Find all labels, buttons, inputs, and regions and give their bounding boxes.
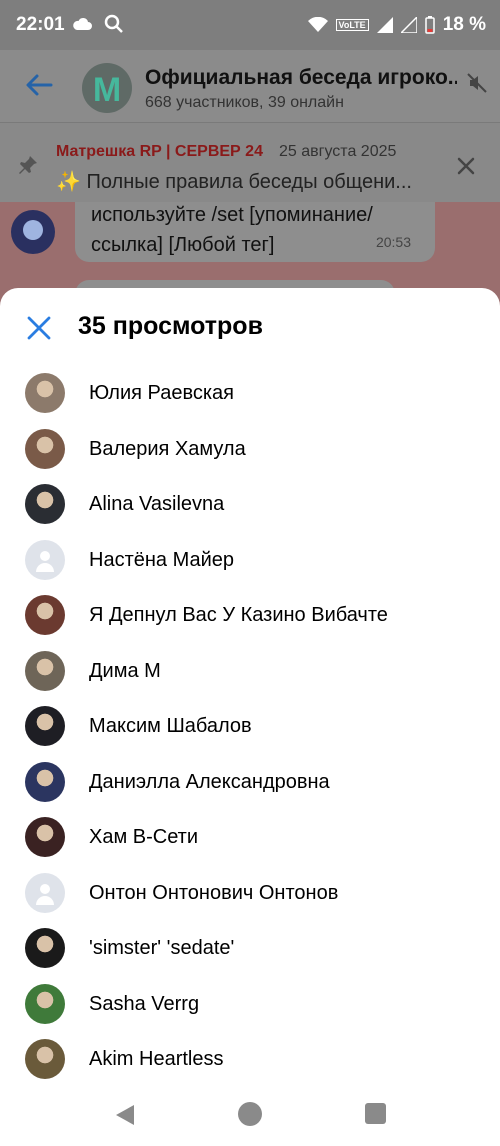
status-time: 22:01: [16, 14, 65, 35]
viewer-name: Akim Heartless: [89, 1048, 224, 1070]
viewer-row[interactable]: Юлия Раевская: [0, 365, 500, 421]
avatar: [25, 983, 65, 1024]
viewer-row[interactable]: Alina Vasilevna: [0, 476, 500, 532]
message-time: 20:53: [375, 234, 411, 250]
navigation-bar: [0, 1086, 500, 1146]
chat-subtitle: 668 участников, 39 онлайн: [145, 94, 344, 111]
avatar: [25, 373, 65, 413]
viewer-row[interactable]: Максим Шабалов: [0, 698, 500, 754]
viewer-name: Максим Шабалов: [89, 715, 252, 737]
viewer-row[interactable]: Онтон Онтонович Онтонов: [0, 865, 500, 921]
close-icon[interactable]: [26, 315, 52, 341]
viewer-name: Валерия Хамула: [89, 437, 246, 460]
nav-home-icon[interactable]: [238, 1102, 262, 1126]
viewer-name: Я Депнул Вас У Казино Вибачте: [89, 604, 388, 626]
close-pinned-icon[interactable]: [456, 156, 476, 176]
pinned-date: 25 августа 2025: [279, 143, 397, 160]
avatar: [25, 817, 65, 857]
signal-icon: [376, 17, 393, 33]
viewer-row[interactable]: Хам В-Сети: [0, 809, 500, 865]
avatar: [25, 650, 65, 691]
search-icon: [104, 14, 123, 33]
avatar: [25, 928, 65, 968]
viewer-name: Дима М: [89, 659, 161, 682]
avatar: [25, 706, 65, 746]
message-bubble[interactable]: используйте /set [упоминание/ссылка] [Лю…: [75, 202, 435, 262]
message-text: используйте /set [упоминание/ссылка] [Лю…: [91, 204, 373, 256]
pinned-message[interactable]: Матрешка RP | СЕРВЕР 24 25 августа 2025 …: [0, 122, 500, 203]
nav-recents-icon[interactable]: [365, 1103, 386, 1124]
default-avatar-icon: [25, 872, 65, 913]
viewer-name: Онтон Онтонович Онтонов: [89, 881, 339, 904]
battery-level: 18 %: [442, 14, 486, 35]
back-arrow-icon[interactable]: [24, 70, 54, 100]
viewer-name: Sasha Verrg: [89, 992, 200, 1015]
viewer-name: 'simster' 'sedate': [89, 937, 235, 959]
pinned-text: ✨ Полные правила беседы общени...: [56, 171, 412, 193]
avatar: [25, 595, 65, 635]
viewer-row[interactable]: Даниэлла Александровна: [0, 754, 500, 810]
battery-icon: [424, 16, 435, 34]
wifi-icon: [307, 17, 328, 32]
viewer-row[interactable]: Я Депнул Вас У Казино Вибачте: [0, 587, 500, 643]
viewer-row[interactable]: 'simster' 'sedate': [0, 920, 500, 976]
views-count-title: 35 просмотров: [78, 312, 263, 340]
viewer-name: Даниэлла Александровна: [89, 770, 330, 793]
avatar: [25, 484, 65, 524]
views-sheet: 35 просмотров Юлия Раевская Валерия Хамул…: [0, 288, 500, 1146]
default-avatar-icon: [25, 539, 65, 580]
chat-avatar[interactable]: M: [82, 63, 132, 113]
message-avatar[interactable]: [11, 210, 55, 254]
viewer-row[interactable]: Настёна Майер: [0, 532, 500, 588]
nav-back-icon[interactable]: [114, 1103, 136, 1127]
avatar: [25, 1039, 65, 1079]
pinned-author: Матрешка RP | СЕРВЕР 24: [56, 143, 263, 160]
viewer-name: Хам В-Сети: [89, 826, 199, 848]
cloud-icon: [73, 17, 92, 30]
viewer-row[interactable]: Дима М: [0, 643, 500, 699]
volte-badge: VoLTE: [335, 19, 369, 31]
viewer-name: Alina Vasilevna: [89, 493, 225, 515]
viewer-row[interactable]: Akim Heartless: [0, 1031, 500, 1087]
chat-title[interactable]: Официальная беседа игроко...: [145, 66, 457, 90]
avatar: [25, 761, 65, 802]
mute-icon: [467, 73, 487, 93]
pin-icon: [19, 156, 37, 174]
chat-logo-icon: M: [92, 71, 122, 109]
status-bar: 22:01 VoLTE 18 %: [0, 0, 500, 50]
viewer-name: Настёна Майер: [89, 548, 234, 571]
chat-header: M Официальная беседа игроко... 668 участ…: [0, 50, 500, 122]
viewer-name: Юлия Раевская: [89, 382, 234, 404]
avatar: [25, 428, 65, 469]
signal-2-icon: [400, 17, 417, 33]
viewer-row[interactable]: Валерия Хамула: [0, 421, 500, 477]
viewer-row[interactable]: Sasha Verrg: [0, 976, 500, 1032]
